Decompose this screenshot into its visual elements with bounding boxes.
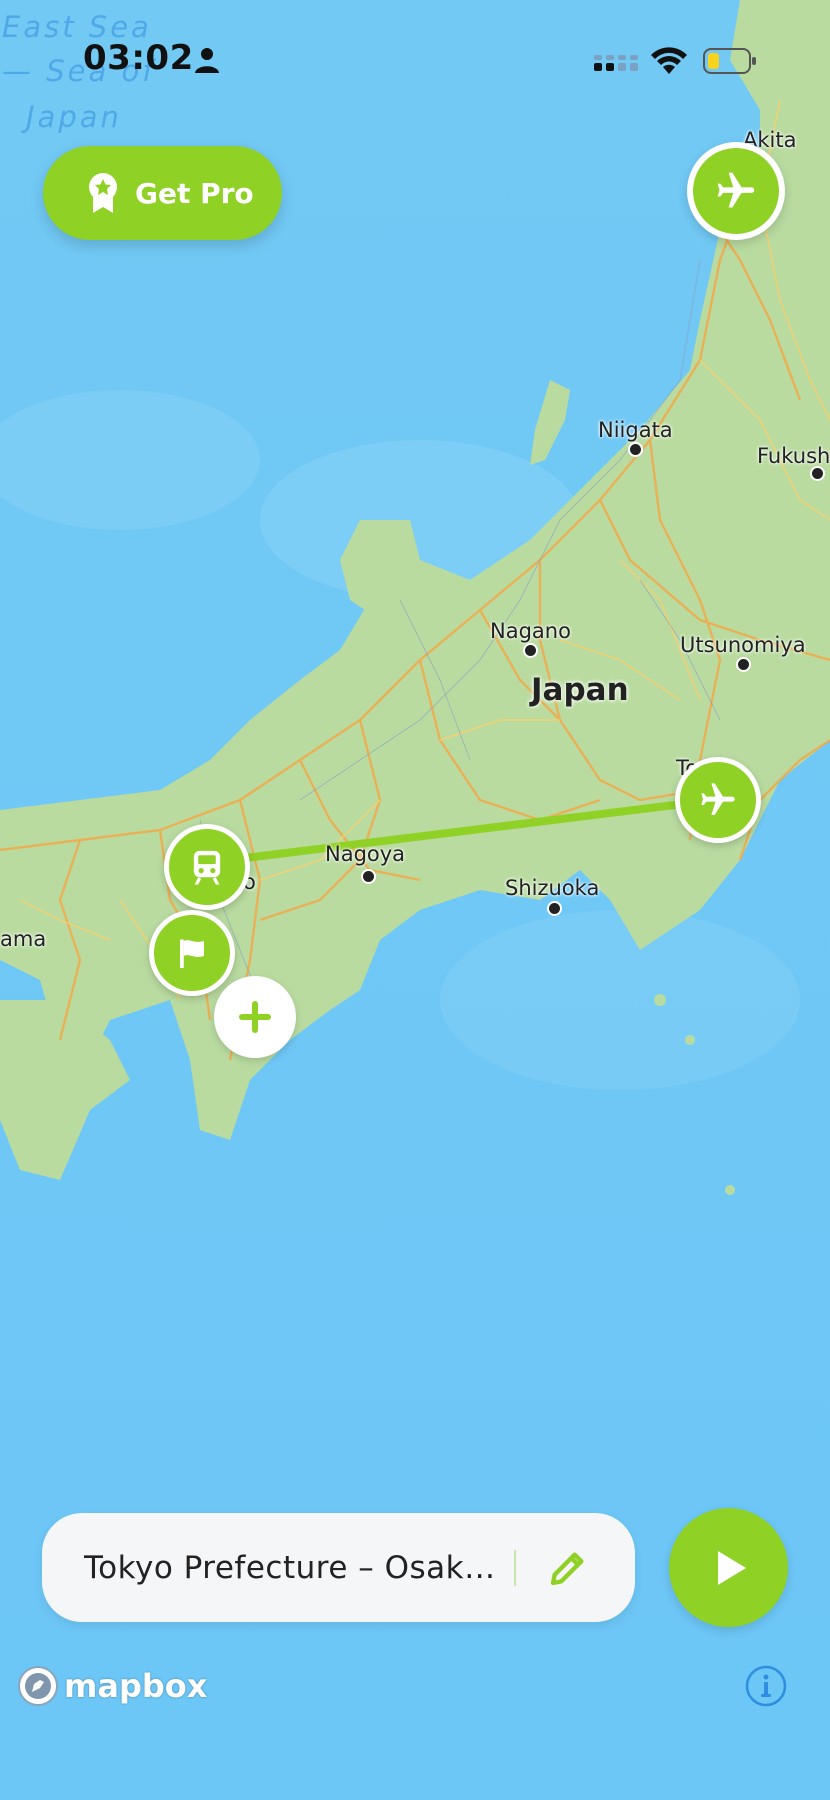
route-bar-divider <box>514 1549 516 1586</box>
city-dot-nagano <box>523 643 538 658</box>
add-stop-button[interactable] <box>214 976 296 1058</box>
person-icon <box>195 48 219 73</box>
info-icon[interactable] <box>744 1664 788 1708</box>
battery-icon <box>703 48 756 74</box>
wifi-icon <box>651 47 687 74</box>
route-pin-train[interactable] <box>164 824 250 910</box>
get-pro-button[interactable]: Get Pro <box>43 146 282 240</box>
airplane-icon <box>717 172 755 208</box>
get-pro-label: Get Pro <box>135 176 254 210</box>
city-dot-fukushima <box>810 466 825 481</box>
plus-icon <box>239 1001 271 1033</box>
mapbox-logo-icon <box>18 1666 58 1706</box>
train-icon <box>193 850 221 885</box>
city-label-niigata: Niigata <box>598 418 673 442</box>
city-label-nagano: Nagano <box>490 619 571 643</box>
play-icon <box>717 1550 746 1585</box>
city-label-nagoya: Nagoya <box>325 842 406 866</box>
city-dot-shizuoka <box>547 901 562 916</box>
mapbox-attribution[interactable]: mapbox <box>16 1664 207 1708</box>
play-route-button[interactable] <box>669 1508 788 1627</box>
route-pin-destination-flag[interactable] <box>149 910 235 996</box>
cellular-signal-icon <box>594 55 638 71</box>
city-label-utsunomiya: Utsunomiya <box>680 633 806 657</box>
city-dot-utsunomiya <box>736 657 751 672</box>
flight-mode-button[interactable] <box>687 142 785 240</box>
route-summary-bar[interactable]: Tokyo Prefecture – Osak… <box>42 1513 635 1622</box>
flag-icon <box>180 939 204 968</box>
city-dot-niigata <box>628 442 643 457</box>
airplane-icon <box>701 783 735 815</box>
route-summary-text[interactable]: Tokyo Prefecture – Osak… <box>84 1550 514 1586</box>
status-time: 03:02 <box>83 38 194 78</box>
city-label-okayama: ama <box>0 927 47 951</box>
city-dot-nagoya <box>361 869 376 884</box>
country-label-japan: Japan <box>531 672 629 708</box>
city-label-shizuoka: Shizuoka <box>505 876 600 900</box>
award-ribbon-icon <box>89 173 117 213</box>
mapbox-wordmark: mapbox <box>64 1667 208 1705</box>
sea-label-japan: Japan <box>26 100 122 134</box>
route-pin-tokyo-flight[interactable] <box>675 757 761 843</box>
city-label-fukushima: Fukush <box>757 444 830 468</box>
pencil-edit-icon[interactable] <box>548 1548 588 1588</box>
